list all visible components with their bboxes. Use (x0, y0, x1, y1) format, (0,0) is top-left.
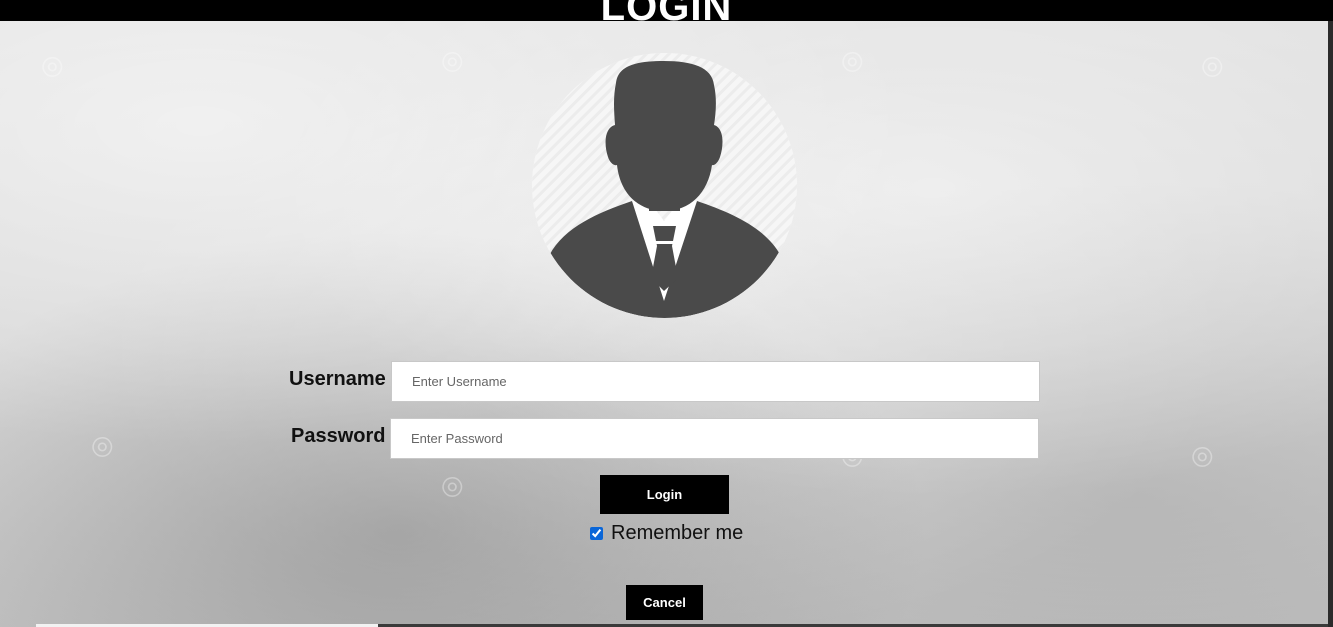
page-title: LOGIN (0, 0, 1333, 21)
password-label: Password (291, 425, 386, 447)
username-input[interactable] (391, 361, 1040, 402)
window-edge (1328, 21, 1333, 627)
login-button[interactable]: Login (600, 475, 729, 514)
username-label: Username (289, 368, 386, 390)
cancel-button[interactable]: Cancel (626, 585, 703, 620)
password-input[interactable] (390, 418, 1039, 459)
header-bar: LOGIN (0, 0, 1333, 21)
user-avatar-icon (532, 53, 797, 318)
remember-me-checkbox[interactable] (590, 526, 603, 540)
remember-me-row[interactable]: Remember me (588, 521, 743, 545)
remember-me-label: Remember me (611, 521, 744, 544)
